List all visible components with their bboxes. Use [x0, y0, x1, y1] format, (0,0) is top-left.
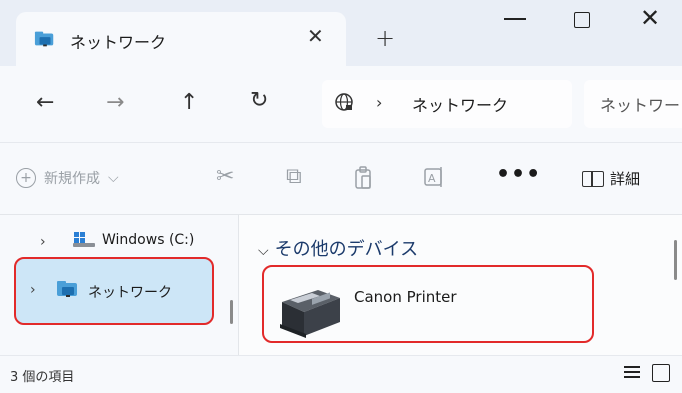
tab-title: ネットワーク: [70, 33, 167, 52]
device-label: Canon Printer: [354, 288, 457, 306]
globe-icon: [335, 93, 353, 111]
details-view-icon[interactable]: [624, 366, 640, 380]
printer-icon: [280, 290, 340, 338]
plus-circle-icon: +: [16, 168, 36, 188]
back-button[interactable]: ←: [36, 90, 54, 115]
chevron-right-icon[interactable]: ›: [40, 234, 46, 250]
chevron-down-icon: ⌵: [258, 243, 269, 259]
maximize-button[interactable]: [574, 12, 590, 28]
more-options-button[interactable]: •••: [496, 162, 541, 187]
paste-icon[interactable]: [354, 166, 374, 190]
breadcrumb-separator: ›: [376, 93, 383, 112]
tiles-view-icon[interactable]: [652, 364, 670, 382]
forward-button[interactable]: →: [106, 90, 124, 115]
new-button[interactable]: + 新規作成 ⌵: [16, 168, 119, 188]
chevron-right-icon[interactable]: ›: [30, 282, 36, 298]
new-tab-button[interactable]: +: [375, 24, 395, 52]
tab-network[interactable]: [16, 12, 346, 68]
breadcrumb-network[interactable]: ネットワーク: [412, 92, 508, 116]
group-title: その他のデバイス: [274, 239, 419, 260]
content-scrollbar[interactable]: [674, 240, 677, 280]
item-count: 3 個の項目: [10, 370, 75, 385]
up-button[interactable]: ↑: [180, 90, 198, 115]
details-pane-icon[interactable]: [582, 171, 604, 187]
window-close-button[interactable]: ✕: [640, 4, 660, 32]
new-label: 新規作成: [44, 171, 100, 187]
drive-icon: [73, 232, 95, 247]
tree-item-network-label: ネットワーク: [88, 285, 172, 301]
copy-icon[interactable]: ⧉: [286, 164, 302, 189]
minimize-button[interactable]: [504, 18, 526, 20]
rename-icon[interactable]: A: [424, 166, 446, 188]
tab-close-button[interactable]: ✕: [307, 24, 324, 48]
network-folder-icon: [34, 31, 54, 47]
network-folder-icon: [57, 281, 77, 297]
tree-item-windows-c[interactable]: Windows (C:): [102, 232, 194, 248]
refresh-button[interactable]: ↻: [250, 88, 268, 113]
group-header-other-devices[interactable]: ⌵ その他のデバイス: [258, 235, 418, 261]
svg-text:A: A: [428, 172, 436, 185]
nav-pane-scrollbar[interactable]: [230, 300, 233, 324]
details-button-label[interactable]: 詳細: [610, 168, 640, 189]
status-bar: [0, 355, 682, 393]
chevron-down-icon: ⌵: [108, 170, 119, 186]
cut-icon[interactable]: ✂: [216, 164, 234, 189]
search-placeholder: ネットワー: [600, 96, 681, 115]
